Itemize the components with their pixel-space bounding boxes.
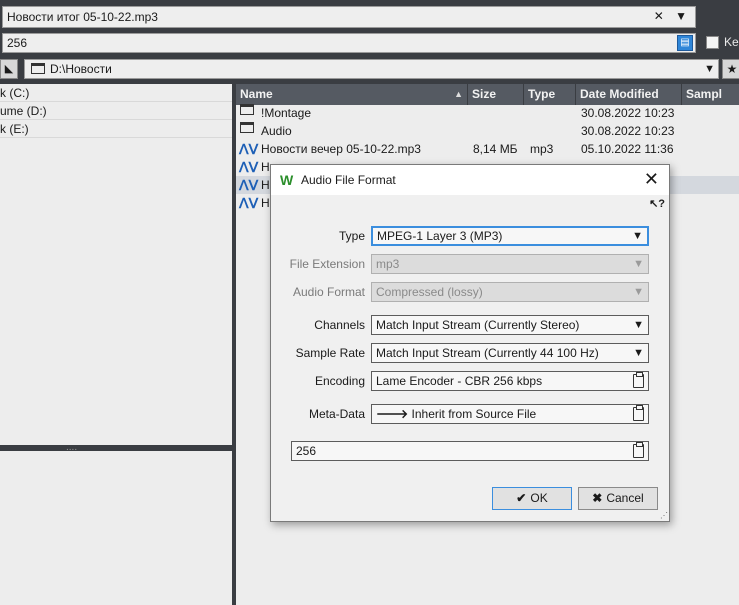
- type-value: MPEG-1 Layer 3 (MP3): [377, 229, 503, 243]
- channels-value: Match Input Stream (Currently Stereo): [376, 318, 580, 332]
- folder-icon: [240, 104, 254, 115]
- column-header-sample[interactable]: Sampl: [682, 84, 739, 105]
- file-name: !Montage: [261, 106, 312, 120]
- checkmark-icon: ✔: [516, 491, 527, 505]
- file-extension-value: mp3: [376, 257, 400, 271]
- chevron-down-icon[interactable]: ▼: [704, 61, 715, 77]
- encoding-label: Encoding: [314, 374, 365, 388]
- type-label: Type: [338, 229, 365, 243]
- top-toolbar: Новости итог 05-10-22.mp3 ✕ ▼ 256 ▤ Ke ◣…: [0, 0, 739, 84]
- keep-checkbox[interactable]: [706, 36, 719, 49]
- file-date: 30.08.2022 10:23: [581, 106, 675, 120]
- cancel-button[interactable]: ✖ Cancel: [578, 487, 658, 510]
- file-date: 30.08.2022 10:23: [581, 124, 675, 138]
- ok-label: OK: [530, 491, 548, 505]
- preset-name-field[interactable]: 256: [291, 441, 649, 461]
- column-header-size[interactable]: Size: [468, 84, 524, 105]
- keep-checkbox-label: Ke: [724, 35, 739, 49]
- ok-button[interactable]: ✔ OK: [492, 487, 572, 510]
- audio-wave-icon: ᐱᐯ: [239, 141, 259, 157]
- favorite-button[interactable]: ★: [722, 59, 739, 79]
- column-header-date[interactable]: Date Modified: [576, 84, 682, 105]
- file-name: Н: [261, 196, 270, 210]
- chevron-down-icon: ▼: [632, 230, 643, 242]
- chevron-down-icon: ▼: [633, 286, 644, 298]
- file-extension-select: mp3 ▼: [371, 254, 649, 274]
- chevron-down-icon: ▼: [633, 347, 644, 359]
- file-size: 8,14 МБ: [473, 142, 518, 156]
- left-bottom-panel: [0, 451, 232, 605]
- audio-wave-icon: ᐱᐯ: [239, 177, 259, 193]
- dialog-titlebar: W Audio File Format ✕: [271, 165, 669, 195]
- preset-name-value: 256: [296, 444, 317, 458]
- filename-text: Новости итог 05-10-22.mp3: [7, 10, 158, 24]
- filename-field[interactable]: Новости итог 05-10-22.mp3 ✕ ▼: [2, 6, 696, 28]
- clipboard-icon[interactable]: [633, 405, 644, 421]
- cancel-label: Cancel: [606, 491, 644, 505]
- type-select[interactable]: MPEG-1 Layer 3 (MP3) ▼: [371, 226, 649, 246]
- audio-format-value: Compressed (lossy): [376, 285, 483, 299]
- table-row[interactable]: !Montage 30.08.2022 10:23: [236, 104, 739, 122]
- folder-icon: [31, 63, 45, 74]
- cross-icon: ✖: [592, 491, 603, 505]
- channels-label: Channels: [314, 318, 365, 332]
- drive-item[interactable]: k (C:): [0, 84, 232, 102]
- audio-wave-icon: ᐱᐯ: [239, 159, 259, 175]
- drive-item[interactable]: k (E:): [0, 120, 232, 138]
- chevron-down-icon: ▼: [633, 319, 644, 331]
- back-button[interactable]: ◣: [0, 59, 18, 79]
- file-date: 05.10.2022 11:36: [581, 142, 674, 156]
- filename-controls[interactable]: ✕ ▼: [654, 8, 691, 24]
- encoding-value: Lame Encoder - CBR 256 kbps: [376, 374, 543, 388]
- file-name: Н: [261, 160, 270, 174]
- sample-rate-value: Match Input Stream (Currently 44 100 Hz): [376, 346, 599, 360]
- meta-data-field[interactable]: 🡒 Inherit from Source File: [371, 404, 649, 424]
- close-icon[interactable]: ✕: [644, 169, 659, 189]
- sample-rate-select[interactable]: Match Input Stream (Currently 44 100 Hz)…: [371, 343, 649, 363]
- audio-format-label: Audio Format: [292, 285, 365, 299]
- preset-text: 256: [7, 36, 28, 50]
- arrow-right-icon: 🡒: [376, 407, 412, 421]
- file-extension-label: File Extension: [289, 257, 365, 271]
- table-row[interactable]: Audio 30.08.2022 10:23: [236, 122, 739, 140]
- clipboard-icon[interactable]: [633, 372, 644, 388]
- table-row[interactable]: ᐱᐯ Новости вечер 05-10-22.mp3 8,14 МБ mp…: [236, 140, 739, 158]
- preset-field[interactable]: 256 ▤: [2, 33, 696, 53]
- audio-format-select: Compressed (lossy) ▼: [371, 282, 649, 302]
- clipboard-icon[interactable]: ▤: [677, 35, 693, 51]
- drive-item[interactable]: ume (D:): [0, 102, 232, 120]
- file-name: Новости вечер 05-10-22.mp3: [261, 142, 421, 156]
- path-text: D:\Новости: [50, 62, 112, 76]
- drive-list: k (C:) ume (D:) k (E:): [0, 84, 232, 445]
- audio-file-format-dialog: W Audio File Format ✕ ↖? Type MPEG-1 Lay…: [270, 164, 670, 522]
- folder-icon: [240, 122, 254, 133]
- column-header-name[interactable]: Name ▲: [236, 84, 468, 105]
- file-name: Audio: [261, 124, 292, 138]
- audio-wave-icon: ᐱᐯ: [239, 195, 259, 211]
- sort-ascending-icon: ▲: [454, 89, 463, 99]
- file-type: mp3: [530, 142, 554, 156]
- meta-data-value: Inherit from Source File: [411, 407, 537, 421]
- meta-data-label: Meta-Data: [308, 407, 365, 421]
- file-table-header: Name ▲ Size Type Date Modified Sampl: [236, 84, 739, 105]
- path-field[interactable]: D:\Новости ▼: [24, 59, 719, 79]
- column-header-type[interactable]: Type: [524, 84, 576, 105]
- app-logo-icon: W: [280, 172, 294, 188]
- chevron-down-icon: ▼: [633, 258, 644, 270]
- channels-select[interactable]: Match Input Stream (Currently Stereo) ▼: [371, 315, 649, 335]
- resize-grip-icon[interactable]: ⋰: [660, 511, 668, 520]
- sample-rate-label: Sample Rate: [295, 346, 365, 360]
- clipboard-icon[interactable]: [633, 442, 644, 458]
- dialog-title: Audio File Format: [301, 173, 396, 187]
- encoding-field[interactable]: Lame Encoder - CBR 256 kbps: [371, 371, 649, 391]
- help-icon[interactable]: ↖?: [649, 197, 665, 210]
- file-name: Н: [261, 178, 270, 192]
